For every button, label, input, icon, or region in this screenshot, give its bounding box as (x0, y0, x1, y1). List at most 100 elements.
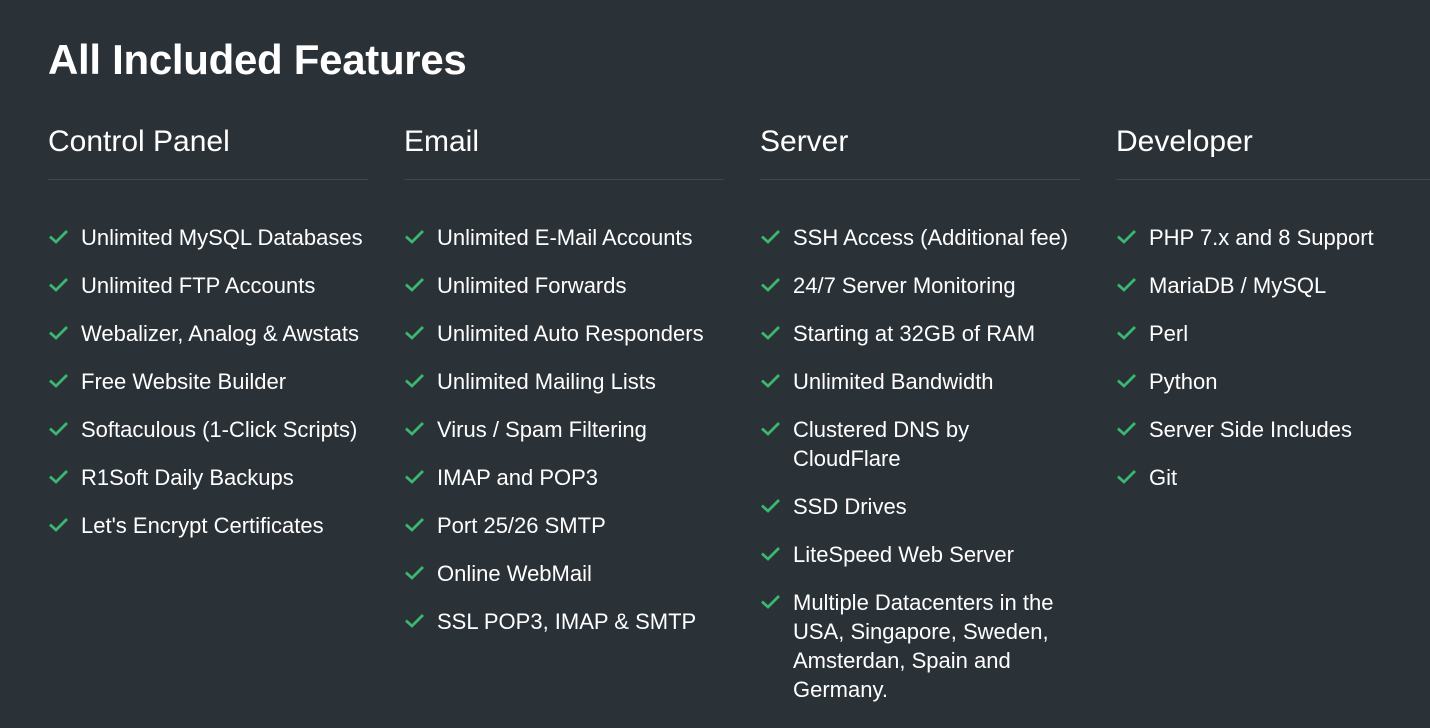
feature-item: Port 25/26 SMTP (404, 511, 727, 540)
feature-item: 24/7 Server Monitoring (760, 271, 1083, 300)
check-icon (761, 277, 780, 293)
check-icon (49, 421, 68, 437)
feature-label: Port 25/26 SMTP (437, 513, 606, 538)
check-icon (405, 229, 424, 245)
feature-label: Virus / Spam Filtering (437, 417, 647, 442)
feature-label: Let's Encrypt Certificates (81, 513, 324, 538)
column-heading-developer: Developer (1116, 125, 1253, 158)
feature-item: MariaDB / MySQL (1116, 271, 1430, 300)
feature-item: Perl (1116, 319, 1430, 348)
feature-label: Perl (1149, 321, 1189, 346)
feature-label: Unlimited Bandwidth (793, 369, 994, 394)
feature-label: Webalizer, Analog & Awstats (81, 321, 360, 346)
check-icon (49, 469, 68, 485)
check-icon (405, 277, 424, 293)
feature-item: Server Side Includes (1116, 415, 1430, 444)
page-title: All Included Features (48, 36, 467, 83)
check-icon (1117, 229, 1136, 245)
feature-item: Webalizer, Analog & Awstats (48, 319, 371, 348)
check-icon (1117, 421, 1136, 437)
feature-label: PHP 7.x and 8 Support (1149, 225, 1374, 250)
feature-item: Unlimited Forwards (404, 271, 727, 300)
feature-label: LiteSpeed Web Server (793, 542, 1014, 567)
feature-item: Multiple Datacenters in the USA, Singapo… (760, 588, 1093, 704)
column-heading-email: Email (404, 125, 480, 158)
feature-list-server: SSH Access (Additional fee) 24/7 Server … (760, 223, 1116, 704)
column-divider (48, 179, 368, 180)
feature-label: Unlimited MySQL Databases (81, 225, 363, 250)
check-icon (405, 517, 424, 533)
feature-item: SSD Drives (760, 492, 1083, 521)
feature-list-control-panel: Unlimited MySQL Databases Unlimited FTP … (48, 223, 404, 540)
feature-item: Python (1116, 367, 1430, 396)
feature-item: Git (1116, 463, 1430, 492)
feature-item: Online WebMail (404, 559, 727, 588)
check-icon (49, 517, 68, 533)
features-columns: Control Panel Unlimited MySQL Databases … (48, 122, 1430, 723)
feature-item: Unlimited Auto Responders (404, 319, 727, 348)
feature-label: Multiple Datacenters in the USA, Singapo… (793, 590, 1054, 702)
feature-label: Free Website Builder (81, 369, 287, 394)
feature-label: Unlimited Auto Responders (437, 321, 704, 346)
feature-label: IMAP and POP3 (437, 465, 599, 490)
column-divider (760, 179, 1080, 180)
check-icon (761, 373, 780, 389)
feature-label: MariaDB / MySQL (1149, 273, 1327, 298)
feature-item: Let's Encrypt Certificates (48, 511, 371, 540)
feature-label: Git (1149, 465, 1178, 490)
feature-item: Unlimited MySQL Databases (48, 223, 371, 252)
feature-label: SSL POP3, IMAP & SMTP (437, 609, 697, 634)
column-server: Server SSH Access (Additional fee) 24/7 … (760, 122, 1116, 723)
check-icon (1117, 325, 1136, 341)
column-control-panel: Control Panel Unlimited MySQL Databases … (48, 122, 404, 723)
feature-label: SSH Access (Additional fee) (793, 225, 1069, 250)
check-icon (405, 325, 424, 341)
feature-label: Unlimited E-Mail Accounts (437, 225, 693, 250)
column-heading-server: Server (760, 125, 849, 158)
feature-label: Unlimited FTP Accounts (81, 273, 316, 298)
feature-item: Unlimited E-Mail Accounts (404, 223, 727, 252)
feature-item: Clustered DNS by CloudFlare (760, 415, 1063, 473)
check-icon (405, 565, 424, 581)
check-icon (761, 229, 780, 245)
check-icon (761, 325, 780, 341)
check-icon (49, 229, 68, 245)
feature-item: Softaculous (1-Click Scripts) (48, 415, 371, 444)
feature-label: Unlimited Forwards (437, 273, 627, 298)
feature-label: Server Side Includes (1149, 417, 1352, 442)
feature-item: LiteSpeed Web Server (760, 540, 1083, 569)
feature-label: R1Soft Daily Backups (81, 465, 294, 490)
feature-label: Clustered DNS by CloudFlare (793, 417, 970, 471)
check-icon (49, 373, 68, 389)
feature-label: Python (1149, 369, 1218, 394)
feature-label: SSD Drives (793, 494, 907, 519)
check-icon (49, 277, 68, 293)
feature-item: Free Website Builder (48, 367, 371, 396)
feature-item: Unlimited Mailing Lists (404, 367, 727, 396)
feature-item: Starting at 32GB of RAM (760, 319, 1083, 348)
feature-label: Starting at 32GB of RAM (793, 321, 1036, 346)
check-icon (761, 421, 780, 437)
check-icon (761, 498, 780, 514)
column-heading-control-panel: Control Panel (48, 125, 230, 158)
check-icon (1117, 469, 1136, 485)
feature-item: R1Soft Daily Backups (48, 463, 371, 492)
feature-item: SSL POP3, IMAP & SMTP (404, 607, 727, 636)
check-icon (1117, 373, 1136, 389)
feature-list-developer: PHP 7.x and 8 Support MariaDB / MySQL Pe… (1116, 223, 1430, 492)
feature-item: PHP 7.x and 8 Support (1116, 223, 1430, 252)
column-developer: Developer PHP 7.x and 8 Support MariaDB … (1116, 122, 1430, 723)
feature-list-email: Unlimited E-Mail Accounts Unlimited Forw… (404, 223, 760, 636)
feature-item: Unlimited Bandwidth (760, 367, 1083, 396)
feature-item: Unlimited FTP Accounts (48, 271, 371, 300)
check-icon (761, 594, 780, 610)
column-email: Email Unlimited E-Mail Accounts Unlimite… (404, 122, 760, 723)
check-icon (405, 469, 424, 485)
column-divider (1116, 179, 1430, 180)
check-icon (761, 546, 780, 562)
feature-item: Virus / Spam Filtering (404, 415, 727, 444)
feature-item: SSH Access (Additional fee) (760, 223, 1083, 252)
check-icon (1117, 277, 1136, 293)
feature-label: Online WebMail (437, 561, 592, 586)
column-divider (404, 179, 724, 180)
